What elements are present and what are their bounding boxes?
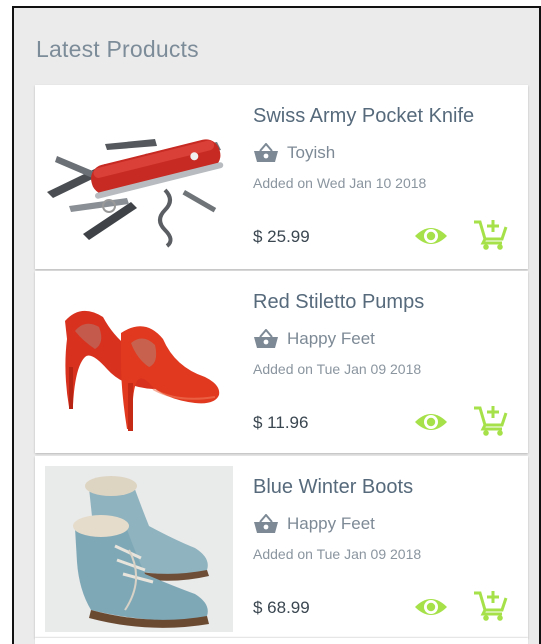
window-frame: Latest Products Swiss Army Pocket Knife … [0,0,541,644]
eye-icon [415,228,447,244]
product-added-date: Added on Tue Jan 09 2018 [253,546,422,562]
product-card[interactable]: Blue Winter Boots Happy Feet Added on Tu… [35,456,528,638]
product-added-date: Added on Tue Jan 09 2018 [253,361,422,377]
add-shopping-cart-icon [474,406,508,436]
product-card[interactable]: Red Stiletto Pumps Happy Feet Added on T… [35,271,528,453]
add-to-cart-button[interactable] [472,403,508,437]
red-pocket-knife-image [45,94,233,260]
shop-name: Happy Feet [287,329,375,348]
product-name[interactable]: Blue Winter Boots [253,476,413,499]
product-name[interactable]: Swiss Army Pocket Knife [253,105,474,128]
product-card[interactable]: Swiss Army Pocket Knife Toyish Added on … [35,85,528,269]
product-added-date: Added on Wed Jan 10 2018 [253,175,427,191]
shopping-basket-icon [253,513,279,534]
shopping-basket-icon [253,328,279,349]
add-shopping-cart-icon [474,591,508,621]
shopping-basket-icon [253,142,279,163]
view-product-button[interactable] [413,593,449,621]
product-image[interactable] [45,466,233,632]
view-product-button[interactable] [413,222,449,250]
red-stiletto-pumps-image [45,279,233,445]
view-product-button[interactable] [413,408,449,436]
product-price: $ 25.99 [253,227,310,246]
eye-icon [415,414,447,430]
product-image[interactable] [45,94,233,260]
product-shop[interactable]: Toyish [253,142,336,163]
shop-name: Happy Feet [287,514,375,533]
product-name[interactable]: Red Stiletto Pumps [253,291,424,314]
add-to-cart-button[interactable] [472,217,508,251]
product-card-partial[interactable] [35,638,528,644]
panel-title: Latest Products [36,36,199,62]
eye-icon [415,599,447,615]
add-shopping-cart-icon [474,220,508,250]
product-price: $ 11.96 [253,413,309,432]
product-price: $ 68.99 [253,598,310,617]
blue-winter-boots-image [45,466,233,632]
add-to-cart-button[interactable] [472,588,508,622]
product-shop[interactable]: Happy Feet [253,513,375,534]
shop-name: Toyish [287,143,336,162]
product-shop[interactable]: Happy Feet [253,328,375,349]
latest-products-panel: Latest Products Swiss Army Pocket Knife … [14,8,539,644]
product-image[interactable] [45,279,233,445]
